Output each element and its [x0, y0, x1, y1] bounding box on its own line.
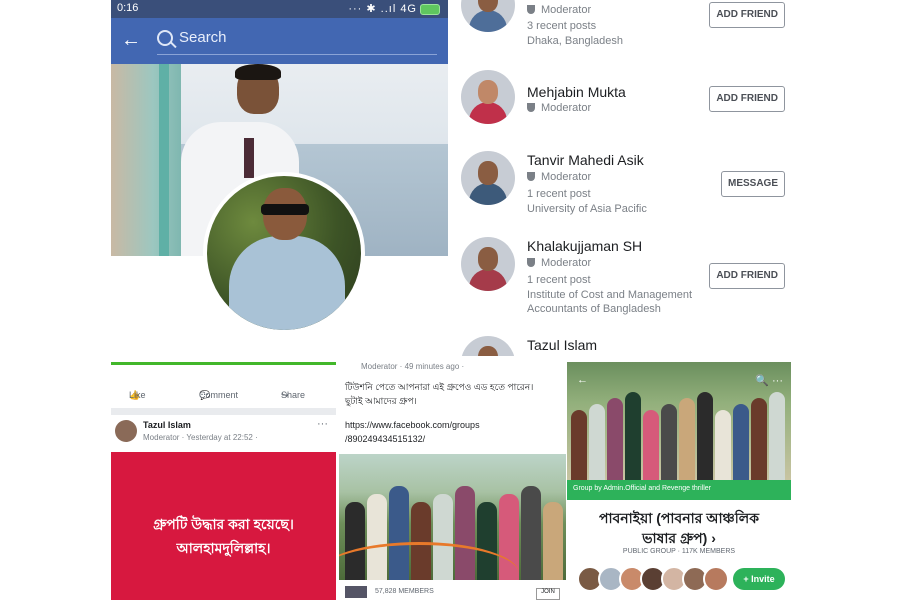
avatar[interactable]	[461, 0, 515, 32]
search-placeholder: Search	[179, 29, 227, 46]
person-silhouette	[571, 410, 587, 480]
member-count: 57,828 MEMBERS	[375, 588, 434, 595]
person-silhouette	[751, 398, 767, 480]
person-silhouette	[643, 410, 659, 480]
link-post: Moderator · 49 minutes ago · টিউশনি পেতে…	[339, 362, 566, 600]
group-screen: ← 🔍 ··· Group by Admin.Official and Reve…	[567, 362, 791, 600]
invite-button[interactable]: + Invite	[733, 568, 785, 590]
status-icons: ··· ✱ ..ıl 4G	[348, 2, 440, 15]
member-name[interactable]: Tazul Islam	[527, 337, 597, 353]
more-icon[interactable]: ···	[317, 418, 328, 430]
person-silhouette	[521, 486, 541, 580]
avatar[interactable]	[115, 420, 137, 442]
person-silhouette	[661, 404, 677, 480]
avatar[interactable]	[461, 237, 515, 291]
back-arrow-icon[interactable]: ←	[121, 29, 141, 52]
post-message: গ্রুপটি উদ্ধার করা হয়েছে। আলহামদুলিল্লা…	[153, 516, 294, 556]
search-icon	[157, 30, 173, 46]
profile-avatar[interactable]	[203, 172, 365, 334]
post-meta: Moderator · Yesterday at 22:52 ·	[143, 433, 258, 442]
group-subtitle: PUBLIC GROUP · 117K MEMBERS	[622, 548, 736, 555]
back-arrow-icon[interactable]: ←	[577, 374, 588, 386]
avatar[interactable]	[461, 151, 515, 205]
group-link[interactable]: https://www.facebook.com/groups /8902494…	[345, 418, 560, 446]
search-input[interactable]: Search	[157, 26, 437, 55]
person-silhouette	[625, 392, 641, 480]
person-silhouette	[769, 392, 785, 480]
member-name[interactable]: Tanvir Mahedi Asik	[527, 152, 644, 168]
person-silhouette	[697, 392, 713, 480]
person-silhouette	[715, 410, 731, 480]
avatar[interactable]	[461, 336, 515, 356]
post-meta: Moderator · 49 minutes ago ·	[361, 362, 465, 371]
shield-icon	[527, 103, 535, 112]
search-icon[interactable]: 🔍 ···	[755, 374, 783, 387]
person-silhouette	[543, 502, 563, 580]
battery-icon	[420, 3, 440, 15]
shield-icon	[527, 258, 535, 267]
group-banner: Group by Admin.Official and Revenge thri…	[567, 480, 791, 500]
member-name[interactable]: Khalakujjaman SH	[527, 238, 642, 254]
avatar[interactable]	[461, 70, 515, 124]
profile-screen: 0:16 ··· ✱ ..ıl 4G ← Search	[111, 0, 448, 356]
group-thumbnail	[345, 586, 367, 598]
search-bar: ← Search	[111, 18, 448, 64]
message-button[interactable]: MESSAGE	[720, 171, 785, 197]
add-friend-button[interactable]: ADD FRIEND	[709, 2, 785, 28]
add-friend-button[interactable]: ADD FRIEND	[709, 86, 785, 112]
group-name[interactable]: পাবনাইয়া (পাবনার আঞ্চলিক ভাষার গ্রুপ) ›	[567, 508, 791, 548]
shield-icon	[527, 172, 535, 181]
red-post: 👍 Like 💬 Comment ↪ Share Tazul Islam Mod…	[111, 362, 336, 600]
member-name[interactable]: Mehjabin Mukta	[527, 84, 626, 100]
status-time: 0:16	[117, 2, 139, 14]
member-avatar[interactable]	[703, 566, 729, 592]
reaction-bar: 👍 Like 💬 Comment ↪ Share	[129, 390, 306, 400]
person-silhouette	[679, 398, 695, 480]
person-silhouette	[607, 398, 623, 480]
post-author[interactable]: Tazul Islam	[143, 420, 191, 430]
post-text: টিউশনি পেতে আপনারা এই গ্রুপেও এড হতে পার…	[345, 382, 534, 406]
members-screen: Moderator 3 recent posts Dhaka, Banglade…	[455, 0, 791, 356]
add-friend-button[interactable]: ADD FRIEND	[709, 263, 785, 289]
shield-icon	[527, 5, 535, 14]
status-bar: 0:16 ··· ✱ ..ıl 4G	[111, 0, 448, 18]
join-button[interactable]: JOIN	[536, 588, 560, 600]
person-silhouette	[589, 404, 605, 480]
person-silhouette	[733, 404, 749, 480]
